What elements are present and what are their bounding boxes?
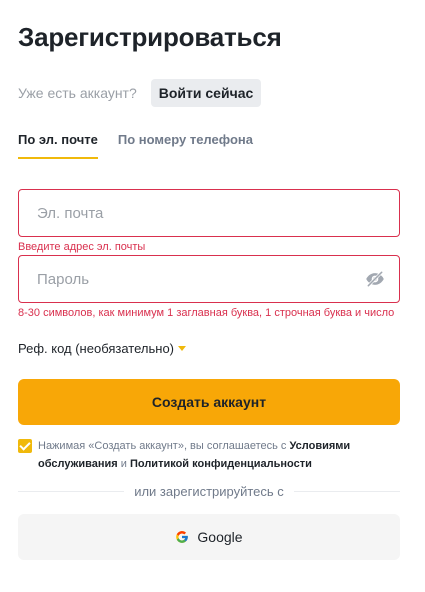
page-title: Зарегистрироваться <box>18 22 282 52</box>
terms-prefix: Нажимая «Создать аккаунт», вы соглашаете… <box>38 440 290 452</box>
caret-down-icon <box>178 346 186 351</box>
email-input[interactable] <box>19 190 399 236</box>
google-icon <box>176 531 189 543</box>
signup-method-tabs: По эл. почте По номеру телефона <box>18 132 273 159</box>
google-label: Google <box>197 529 243 545</box>
login-now-button[interactable]: Войти сейчас <box>150 79 262 107</box>
login-row: Уже есть аккаунт? Войти сейчас <box>18 79 262 107</box>
email-field[interactable] <box>18 189 400 237</box>
referral-label: Реф. код (необязательно) <box>18 341 174 356</box>
password-input[interactable] <box>19 256 399 302</box>
divider-line-right <box>293 491 400 492</box>
divider-line-left <box>18 491 125 492</box>
terms-checkbox[interactable] <box>18 439 32 453</box>
login-question: Уже есть аккаунт? <box>18 85 137 101</box>
divider-text: или зарегистрируйтесь с <box>134 484 284 499</box>
referral-toggle[interactable]: Реф. код (необязательно) <box>18 341 186 356</box>
tab-phone[interactable]: По номеру телефона <box>118 132 253 159</box>
terms-text: Нажимая «Создать аккаунт», вы соглашаете… <box>38 437 400 473</box>
create-account-button[interactable]: Создать аккаунт <box>18 379 400 425</box>
privacy-policy-link[interactable]: Политикой конфиденциальности <box>130 458 312 470</box>
tab-email[interactable]: По эл. почте <box>18 132 98 159</box>
password-field[interactable] <box>18 255 400 303</box>
password-error: 8-30 символов, как минимум 1 заглавная б… <box>18 307 395 319</box>
google-signup-button[interactable]: Google <box>18 514 400 560</box>
social-divider: или зарегистрируйтесь с <box>18 484 400 499</box>
terms-middle: и <box>117 458 130 470</box>
eye-slash-icon[interactable] <box>365 269 385 289</box>
terms-agreement: Нажимая «Создать аккаунт», вы соглашаете… <box>18 437 400 473</box>
email-error: Введите адрес эл. почты <box>18 241 146 253</box>
